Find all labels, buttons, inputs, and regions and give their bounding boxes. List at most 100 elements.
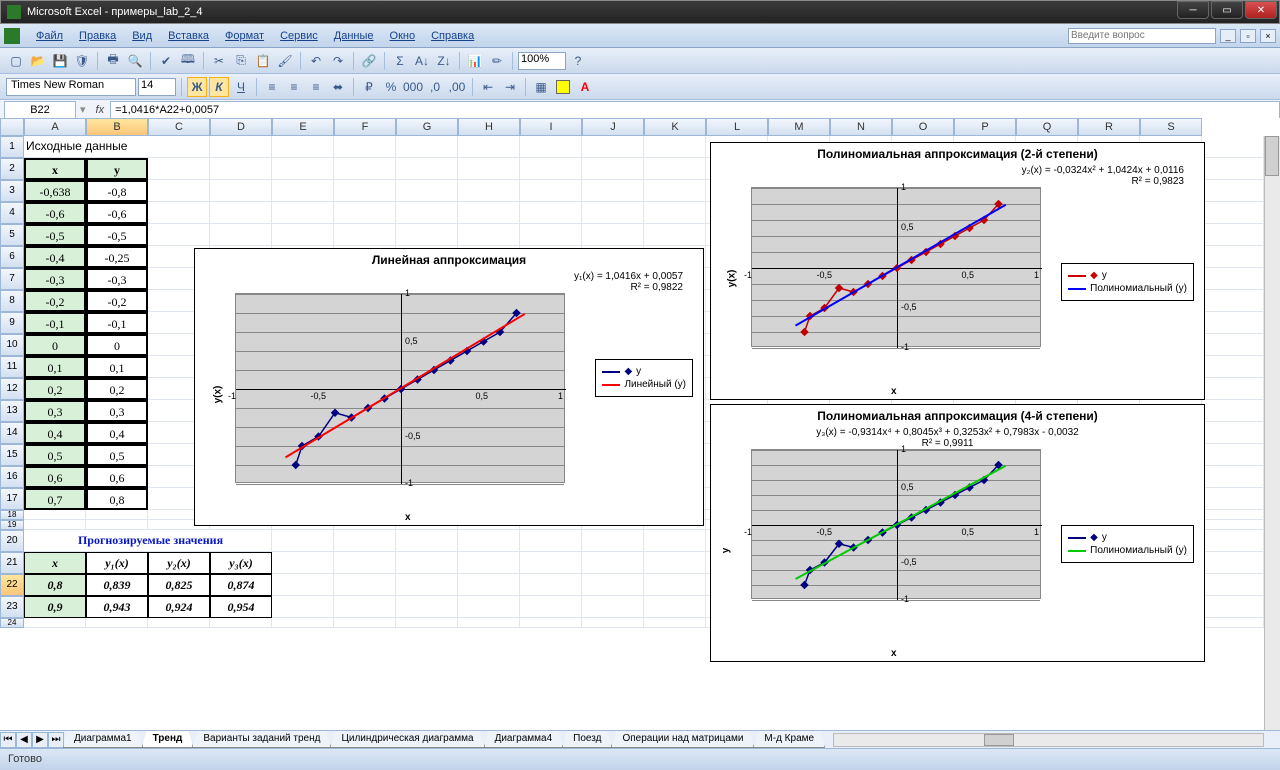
merge-icon[interactable]: ⬌ [328, 77, 348, 97]
font-size-select[interactable]: 14 [138, 78, 176, 96]
sheet-tab[interactable]: Тренд [142, 731, 194, 748]
open-icon[interactable]: 📂 [28, 51, 48, 71]
undo-icon[interactable]: ↶ [306, 51, 326, 71]
sheet-tab[interactable]: Диаграмма4 [484, 731, 564, 748]
col-I[interactable]: I [520, 118, 582, 136]
fx-icon[interactable]: fx [90, 104, 111, 116]
col-B[interactable]: B [86, 118, 148, 136]
horizontal-scrollbar[interactable] [833, 733, 1264, 747]
inc-decimal-icon[interactable]: ,0 [425, 77, 445, 97]
currency-icon[interactable]: ₽ [359, 77, 379, 97]
dec-decimal-icon[interactable]: ,00 [447, 77, 467, 97]
redo-icon[interactable]: ↷ [328, 51, 348, 71]
menu-window[interactable]: Окно [382, 30, 424, 42]
zoom-select[interactable]: 100% [518, 52, 566, 70]
borders-icon[interactable]: ▦ [531, 77, 551, 97]
tab-prev-icon[interactable]: ◀ [16, 732, 32, 748]
menu-edit[interactable]: Правка [71, 30, 124, 42]
select-all-corner[interactable] [0, 118, 24, 136]
chart-poly2[interactable]: Полиномиальная аппроксимация (2-й степен… [710, 142, 1205, 400]
paste-icon[interactable]: 📋 [253, 51, 273, 71]
menu-format[interactable]: Формат [217, 30, 272, 42]
copy-icon[interactable]: ⎘ [231, 51, 251, 71]
sheet-tab[interactable]: Варианты заданий тренд [192, 731, 331, 748]
dec-indent-icon[interactable]: ⇤ [478, 77, 498, 97]
sort-asc-icon[interactable]: A↓ [412, 51, 432, 71]
menu-help[interactable]: Справка [423, 30, 482, 42]
autosum-icon[interactable]: Σ [390, 51, 410, 71]
col-N[interactable]: N [830, 118, 892, 136]
spell-icon[interactable]: ✔ [156, 51, 176, 71]
menu-tools[interactable]: Сервис [272, 30, 326, 42]
bold-button[interactable]: Ж [187, 77, 207, 97]
inc-indent-icon[interactable]: ⇥ [500, 77, 520, 97]
align-left-icon[interactable]: ≡ [262, 77, 282, 97]
col-K[interactable]: K [644, 118, 706, 136]
col-P[interactable]: P [954, 118, 1016, 136]
sheet-tab[interactable]: Поезд [562, 731, 612, 748]
chart-linear[interactable]: Линейная аппроксимация y₁(x) = 1,0416x +… [194, 248, 704, 526]
font-name-select[interactable]: Times New Roman [6, 78, 136, 96]
comma-icon[interactable]: 000 [403, 77, 423, 97]
menu-file[interactable]: Файл [28, 30, 71, 42]
doc-restore-button[interactable]: ▫ [1240, 29, 1256, 43]
name-box[interactable]: B22 [4, 101, 76, 119]
col-D[interactable]: D [210, 118, 272, 136]
col-E[interactable]: E [272, 118, 334, 136]
col-Q[interactable]: Q [1016, 118, 1078, 136]
font-color-icon[interactable]: A [575, 77, 595, 97]
maximize-button[interactable]: ▭ [1211, 1, 1243, 19]
underline-button[interactable]: Ч [231, 77, 251, 97]
col-J[interactable]: J [582, 118, 644, 136]
percent-icon[interactable]: % [381, 77, 401, 97]
help-icon[interactable]: ? [568, 51, 588, 71]
tab-next-icon[interactable]: ▶ [32, 732, 48, 748]
doc-close-button[interactable]: × [1260, 29, 1276, 43]
sort-desc-icon[interactable]: Z↓ [434, 51, 454, 71]
align-right-icon[interactable]: ≡ [306, 77, 326, 97]
close-button[interactable]: ✕ [1245, 1, 1277, 19]
col-G[interactable]: G [396, 118, 458, 136]
print-icon[interactable]: 🖶 [103, 51, 123, 71]
hyperlink-icon[interactable]: 🔗 [359, 51, 379, 71]
new-icon[interactable]: ▢ [6, 51, 26, 71]
menu-view[interactable]: Вид [124, 30, 160, 42]
col-O[interactable]: O [892, 118, 954, 136]
ask-question-input[interactable] [1068, 28, 1216, 44]
menu-data[interactable]: Данные [326, 30, 382, 42]
cut-icon[interactable]: ✂ [209, 51, 229, 71]
research-icon[interactable]: 🕮 [178, 51, 198, 71]
italic-button[interactable]: К [209, 77, 229, 97]
sheet-tab[interactable]: М-д Краме [753, 731, 825, 748]
fill-color-icon[interactable] [553, 77, 573, 97]
align-center-icon[interactable]: ≡ [284, 77, 304, 97]
col-F[interactable]: F [334, 118, 396, 136]
save-icon[interactable]: 💾 [50, 51, 70, 71]
col-A[interactable]: A [24, 118, 86, 136]
drawing-icon[interactable]: ✏ [487, 51, 507, 71]
format-painter-icon[interactable]: 🖌 [275, 51, 295, 71]
sheet-tab[interactable]: Цилиндрическая диаграмма [330, 731, 484, 748]
menu-insert[interactable]: Вставка [160, 30, 217, 42]
formula-input[interactable]: =1,0416*A22+0,0057 [110, 101, 1280, 119]
tab-first-icon[interactable]: ⏮ [0, 732, 16, 748]
column-headers[interactable]: A B C D E F G H I J K L M N O P Q R S [0, 118, 1280, 136]
permission-icon[interactable]: 🛡 [72, 51, 92, 71]
app-menu-icon[interactable] [4, 28, 20, 44]
vertical-scrollbar[interactable] [1264, 136, 1280, 730]
minimize-button[interactable]: ─ [1177, 1, 1209, 19]
col-R[interactable]: R [1078, 118, 1140, 136]
worksheet-grid[interactable]: A B C D E F G H I J K L M N O P Q R S 1И… [0, 118, 1280, 748]
preview-icon[interactable]: 🔍 [125, 51, 145, 71]
col-S[interactable]: S [1140, 118, 1202, 136]
sheet-tab[interactable]: Операции над матрицами [611, 731, 754, 748]
doc-minimize-button[interactable]: _ [1220, 29, 1236, 43]
col-L[interactable]: L [706, 118, 768, 136]
chart-poly4[interactable]: Полиномиальная аппроксимация (4-й степен… [710, 404, 1205, 662]
chart-icon[interactable]: 📊 [465, 51, 485, 71]
col-C[interactable]: C [148, 118, 210, 136]
col-H[interactable]: H [458, 118, 520, 136]
tab-last-icon[interactable]: ⏭ [48, 732, 64, 748]
col-M[interactable]: M [768, 118, 830, 136]
sheet-tab[interactable]: Диаграмма1 [63, 731, 143, 748]
